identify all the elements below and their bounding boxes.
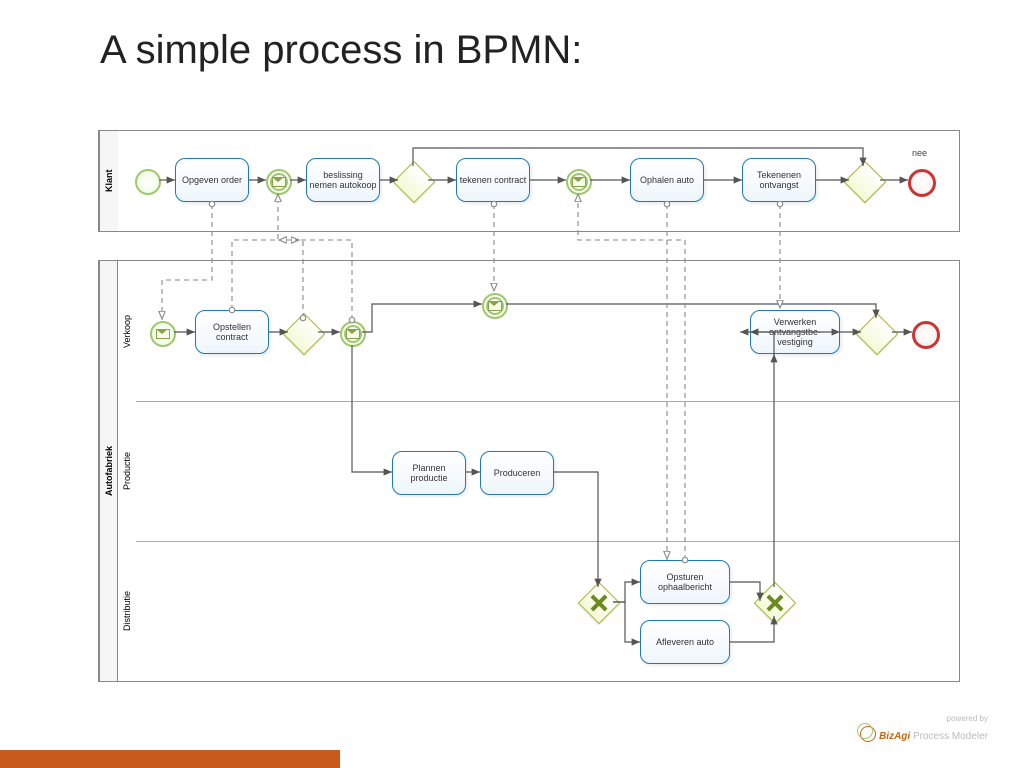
end-event-verkoop	[912, 321, 940, 349]
task-produceren: Produceren	[480, 451, 554, 495]
task-beslissing: beslissing nemen autokoop	[306, 158, 380, 202]
brand-bizagi: powered by BizAgi Process Modeler	[860, 714, 988, 742]
brand-icon	[860, 726, 876, 742]
pool-label-autofabriek: Autofabriek	[99, 261, 118, 681]
start-event-verkoop	[150, 321, 176, 347]
event-wait-delivery	[566, 169, 592, 195]
label-nee: nee	[912, 148, 927, 158]
lane-label-productie: Productie	[117, 401, 136, 541]
start-event-klant	[135, 169, 161, 195]
slide-title: A simple process in BPMN:	[100, 28, 582, 73]
task-ophalen-auto: Ophalen auto	[630, 158, 704, 202]
footer-accent-bar	[0, 750, 340, 768]
brand-bizagi-label: BizAgi	[879, 731, 910, 742]
task-verwerken: Verwerken ontvangstbe- vestiging	[750, 310, 840, 354]
lane-label-distributie: Distributie	[117, 541, 136, 681]
event-wait-signed	[340, 321, 366, 347]
event-wait-offer	[266, 169, 292, 195]
task-tekenen-ontvangst: Tekenenen ontvangst	[742, 158, 816, 202]
task-opsturen: Opsturen ophaalbericht	[640, 560, 730, 604]
brand-powered-label: powered by	[860, 714, 988, 723]
task-opgeven-order: Opgeven order	[175, 158, 249, 202]
task-opstellen-contract: Opstellen contract	[195, 310, 269, 354]
lane-label-verkoop: Verkoop	[117, 261, 136, 401]
task-tekenen-contract: tekenen contract	[456, 158, 530, 202]
task-plannen: Plannen productie	[392, 451, 466, 495]
brand-pm-label: Process Modeler	[913, 731, 988, 742]
end-event-klant	[908, 169, 936, 197]
lane-distributie: Distributie	[117, 541, 959, 681]
event-mid-verkoop	[482, 293, 508, 319]
pool-label-klant: Klant	[99, 131, 118, 231]
task-afleveren: Afleveren auto	[640, 620, 730, 664]
